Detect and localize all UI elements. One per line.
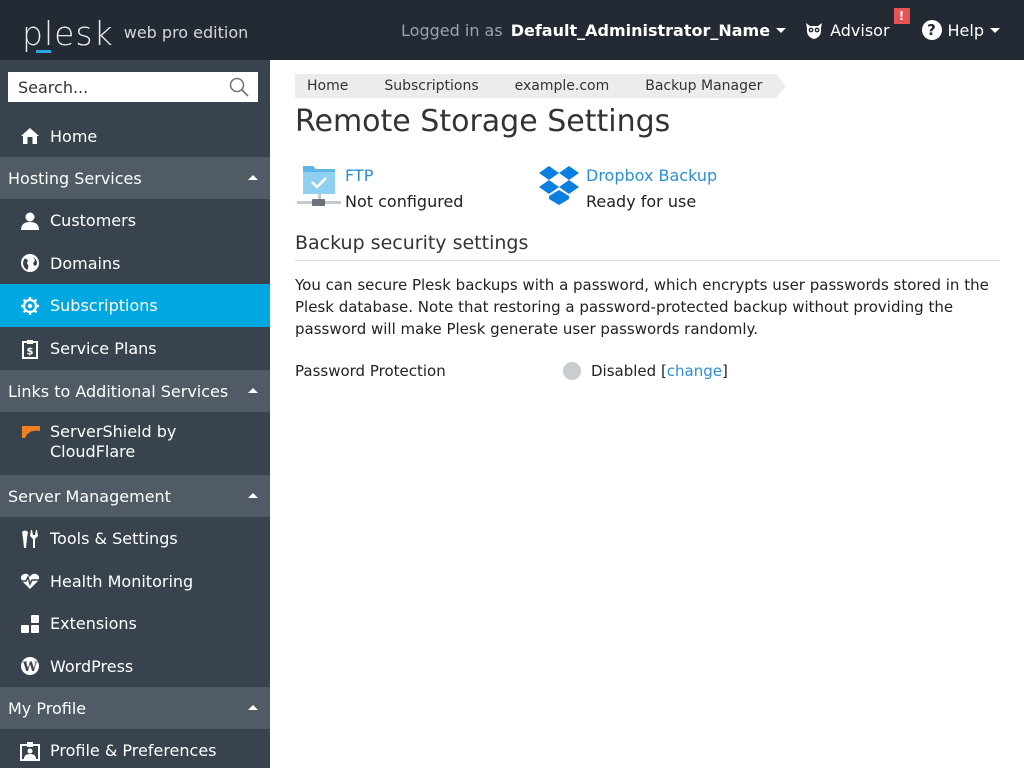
password-protection-label: Password Protection xyxy=(295,362,446,380)
dropbox-link[interactable]: Dropbox Backup xyxy=(586,166,717,185)
user-icon xyxy=(20,211,40,231)
advisor-alert-badge: ! xyxy=(893,8,910,24)
sidebar-item-label: Tools & Settings xyxy=(50,529,178,548)
breadcrumb-subscriptions[interactable]: Subscriptions xyxy=(362,74,503,98)
bracket-close: ] xyxy=(722,362,728,380)
help-label: Help xyxy=(947,20,984,40)
gear-icon xyxy=(20,296,40,316)
section-title: My Profile xyxy=(8,698,87,718)
dropbox-status: Ready for use xyxy=(586,192,697,211)
sidebar-item-profile-preferences[interactable]: Profile & Preferences xyxy=(0,729,270,768)
sidebar-item-label: Subscriptions xyxy=(50,296,158,315)
section-links-additional-services[interactable]: Links to Additional Services xyxy=(0,370,270,412)
collapse-icon xyxy=(248,175,258,180)
collapse-icon xyxy=(248,493,258,498)
search-icon[interactable] xyxy=(228,76,250,98)
user-menu[interactable]: Default_Administrator_Name xyxy=(510,20,787,40)
section-title-backup-security: Backup security settings xyxy=(295,232,1000,261)
top-bar: plesk web pro edition Logged in as Defau… xyxy=(0,0,1024,60)
password-protection-status: Disabled xyxy=(591,362,657,380)
id-card-icon xyxy=(20,741,40,761)
sidebar-item-label: Home xyxy=(50,126,98,146)
label-line-2: CloudFlare xyxy=(50,442,136,461)
sidebar-item-label: Profile & Preferences xyxy=(50,741,217,760)
advisor-label: Advisor xyxy=(830,20,890,40)
breadcrumb: Home Subscriptions example.com Backup Ma… xyxy=(295,74,787,98)
globe-icon xyxy=(20,253,40,273)
home-icon xyxy=(20,126,40,146)
sidebar-item-subscriptions[interactable]: Subscriptions xyxy=(0,284,270,327)
advisor-button[interactable]: Advisor ! xyxy=(804,8,910,40)
extensions-icon xyxy=(20,614,40,634)
heartbeat-icon xyxy=(20,571,40,591)
logo-edition: web pro edition xyxy=(123,23,249,42)
plesk-logo[interactable]: plesk web pro edition xyxy=(22,8,249,53)
sidebar-item-label: ServerShield by CloudFlare xyxy=(50,422,176,462)
collapse-icon xyxy=(248,705,258,710)
svg-text:W: W xyxy=(22,660,38,675)
sidebar-item-label: Extensions xyxy=(50,614,137,633)
label-line-1: ServerShield by xyxy=(50,422,177,441)
logo-word: plesk xyxy=(22,14,114,53)
sidebar-item-label: Domains xyxy=(50,253,121,273)
tools-icon xyxy=(20,529,40,549)
sidebar-item-label: WordPress xyxy=(50,656,134,676)
bracket-open: [ xyxy=(656,362,667,380)
status-dot-icon xyxy=(563,362,581,380)
question-icon: ? xyxy=(921,20,942,40)
chevron-down-icon xyxy=(990,27,1000,33)
wordpress-icon: W xyxy=(20,656,40,676)
security-description: You can secure Plesk backups with a pass… xyxy=(295,276,989,338)
sidebar-item-extensions[interactable]: Extensions xyxy=(0,602,270,645)
sidebar-item-wordpress[interactable]: W WordPress xyxy=(0,645,270,687)
clipboard-icon: $ xyxy=(20,339,40,359)
breadcrumb-home[interactable]: Home xyxy=(295,74,373,98)
chevron-down-icon xyxy=(776,27,787,33)
password-protection-value: Disabled [change] xyxy=(563,362,728,380)
ftp-link[interactable]: FTP xyxy=(345,166,373,185)
logo-underline xyxy=(36,50,51,53)
sidebar: Home Hosting Services Customers Domains … xyxy=(0,60,270,768)
breadcrumb-domain[interactable]: example.com xyxy=(492,74,633,98)
top-right-menu: Logged in as Default_Administrator_Name … xyxy=(401,0,1000,60)
dropbox-icon[interactable] xyxy=(538,164,580,206)
section-server-management[interactable]: Server Management xyxy=(0,475,270,517)
page-title: Remote Storage Settings xyxy=(295,104,671,139)
sidebar-item-home[interactable]: Home xyxy=(0,115,270,157)
sidebar-item-health-monitoring[interactable]: Health Monitoring xyxy=(0,560,270,602)
ftp-folder-icon[interactable] xyxy=(297,164,341,208)
section-hosting-services[interactable]: Hosting Services xyxy=(0,157,270,199)
collapse-icon xyxy=(248,388,258,393)
section-title: Server Management xyxy=(8,486,171,506)
cloudflare-icon xyxy=(20,424,40,444)
section-title: Links to Additional Services xyxy=(8,381,229,401)
svg-text:$: $ xyxy=(27,346,34,357)
sidebar-item-service-plans[interactable]: $ Service Plans xyxy=(0,327,270,370)
help-menu[interactable]: ? Help xyxy=(921,20,1000,40)
sidebar-item-customers[interactable]: Customers xyxy=(0,199,270,242)
section-title: Hosting Services xyxy=(8,168,142,188)
logo-text: plesk xyxy=(22,14,114,53)
change-link[interactable]: change xyxy=(667,362,722,380)
owl-icon xyxy=(806,23,823,39)
sidebar-item-servershield[interactable]: ServerShield by CloudFlare xyxy=(0,412,270,475)
section-my-profile[interactable]: My Profile xyxy=(0,687,270,729)
user-name: Default_Administrator_Name xyxy=(510,20,771,40)
breadcrumb-backup-manager[interactable]: Backup Manager xyxy=(623,74,787,98)
search-input[interactable] xyxy=(8,72,218,102)
sidebar-item-label: Service Plans xyxy=(50,339,157,358)
sidebar-item-tools-settings[interactable]: Tools & Settings xyxy=(0,517,270,560)
sidebar-item-domains[interactable]: Domains xyxy=(0,242,270,284)
sidebar-item-label: Health Monitoring xyxy=(50,571,194,591)
logged-in-label: Logged in as xyxy=(401,20,503,40)
ftp-status: Not configured xyxy=(345,192,464,211)
sidebar-item-label: Customers xyxy=(50,211,137,230)
search-box xyxy=(8,72,258,102)
